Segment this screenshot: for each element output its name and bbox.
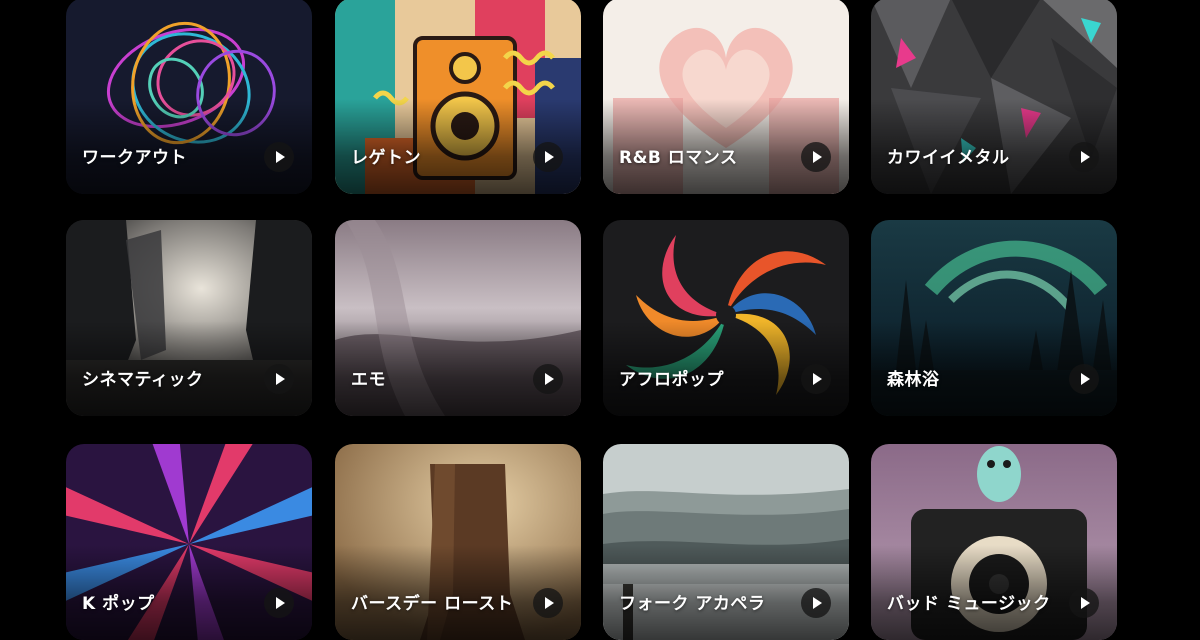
play-icon[interactable] (801, 364, 831, 394)
card-label: 森林浴 (887, 370, 940, 390)
play-icon[interactable] (264, 142, 294, 172)
card-forest-bathing[interactable]: 森林浴 (871, 220, 1117, 416)
card-label: レゲトン (351, 148, 421, 168)
play-icon[interactable] (533, 142, 563, 172)
card-emo[interactable]: エモ (335, 220, 581, 416)
card-cinematic[interactable]: シネマティック (66, 220, 312, 416)
card-label: バースデー ロースト (351, 594, 514, 614)
card-label: バッド ミュージック (887, 594, 1051, 614)
play-icon[interactable] (264, 588, 294, 618)
card-label: ワークアウト (82, 148, 187, 168)
play-icon[interactable] (1069, 142, 1099, 172)
play-icon[interactable] (1069, 364, 1099, 394)
play-icon[interactable] (801, 142, 831, 172)
card-label: アフロポップ (619, 370, 724, 390)
card-label: シネマティック (82, 370, 204, 390)
play-icon[interactable] (1069, 588, 1099, 618)
card-rnb-romance[interactable]: R&B ロマンス (603, 0, 849, 194)
card-birthday-roast[interactable]: バースデー ロースト (335, 444, 581, 640)
playlist-grid: ワークアウト レゲトン R&B ロマンス カワイイメタル シネマティック エモ … (0, 0, 1200, 640)
card-label: R&B ロマンス (619, 148, 738, 168)
card-label: カワイイメタル (887, 148, 1010, 168)
card-workout[interactable]: ワークアウト (66, 0, 312, 194)
card-label: エモ (351, 370, 386, 390)
play-icon[interactable] (264, 364, 294, 394)
card-label: フォーク アカペラ (619, 594, 766, 614)
card-bad-music[interactable]: バッド ミュージック (871, 444, 1117, 640)
card-reggaeton[interactable]: レゲトン (335, 0, 581, 194)
card-label: K ポップ (82, 594, 155, 614)
card-folk-acapella[interactable]: フォーク アカペラ (603, 444, 849, 640)
card-afropop[interactable]: アフロポップ (603, 220, 849, 416)
play-icon[interactable] (533, 588, 563, 618)
card-kawaii-metal[interactable]: カワイイメタル (871, 0, 1117, 194)
card-kpop[interactable]: K ポップ (66, 444, 312, 640)
play-icon[interactable] (533, 364, 563, 394)
play-icon[interactable] (801, 588, 831, 618)
